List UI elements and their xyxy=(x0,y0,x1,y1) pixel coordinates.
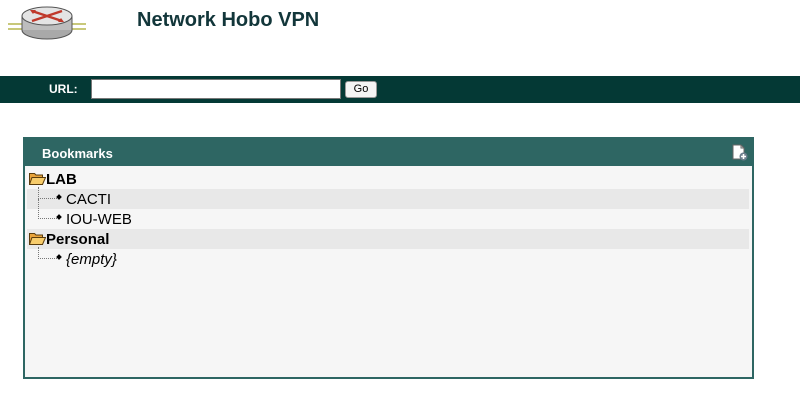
bookmark-link[interactable]: CACTI xyxy=(66,191,111,208)
go-button[interactable]: Go xyxy=(345,81,377,98)
page-title: Network Hobo VPN xyxy=(137,9,320,31)
url-bar: URL: Go xyxy=(0,76,800,103)
folder-label: Personal xyxy=(46,231,110,248)
bookmarks-header: Bookmarks xyxy=(25,139,752,166)
folder-row-personal[interactable]: Personal xyxy=(27,229,749,249)
folder-label: LAB xyxy=(46,171,77,188)
folder-row-lab[interactable]: LAB xyxy=(27,169,749,189)
empty-placeholder: {empty} xyxy=(66,251,117,268)
add-page-icon[interactable] xyxy=(732,144,748,161)
bookmarks-title: Bookmarks xyxy=(42,146,113,161)
bookmark-tree: LAB CACTI IOU-WEB Personal {empty} xyxy=(25,166,752,269)
bullet-icon xyxy=(56,254,62,260)
folder-open-icon xyxy=(29,173,46,185)
tree-connector xyxy=(38,247,57,259)
bookmark-link[interactable]: IOU-WEB xyxy=(66,211,132,228)
router-icon xyxy=(8,6,86,40)
url-label: URL: xyxy=(49,82,78,96)
url-input[interactable] xyxy=(91,79,341,99)
bookmark-item-iou-web[interactable]: IOU-WEB xyxy=(27,199,749,229)
tree-connector xyxy=(38,199,57,219)
bullet-icon xyxy=(56,214,62,220)
bookmark-item-empty: {empty} xyxy=(27,247,749,269)
folder-open-icon xyxy=(29,233,46,245)
bookmarks-panel: Bookmarks LAB CACTI IOU-WEB Personal {em… xyxy=(23,137,754,379)
page-header: Network Hobo VPN xyxy=(0,0,800,76)
bullet-icon xyxy=(56,194,62,200)
tree-connector xyxy=(38,187,57,199)
bookmark-item-cacti[interactable]: CACTI xyxy=(27,187,749,209)
